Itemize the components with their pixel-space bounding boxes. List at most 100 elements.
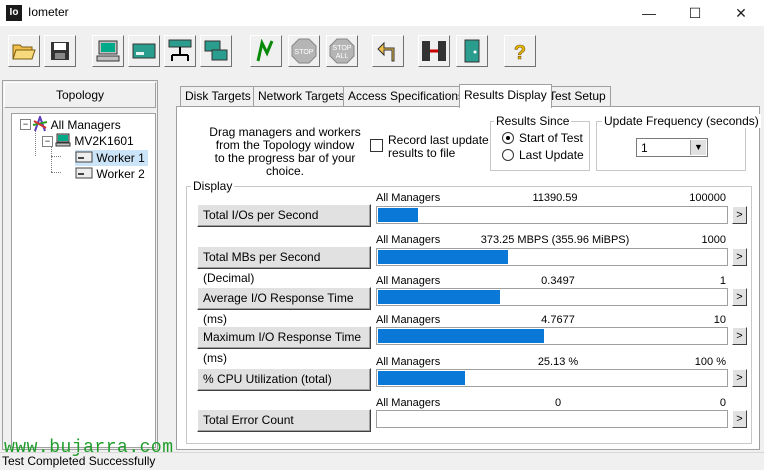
start-tests-button[interactable] (250, 35, 282, 67)
green-flag-icon (256, 39, 274, 62)
metric-bar-track[interactable] (376, 248, 728, 266)
status-bar: Test Completed Successfully (0, 452, 764, 470)
maximize-icon[interactable]: ☐ (672, 0, 718, 26)
reset-workers-button[interactable] (372, 35, 404, 67)
start-of-test-radio[interactable] (502, 132, 514, 144)
reset-arrow-icon (377, 41, 395, 62)
metric-total-mbs-button[interactable]: Total MBs per Second (Decimal) (197, 246, 371, 285)
exit-button[interactable] (456, 35, 488, 67)
metric-value: 373.25 MBPS (355.96 MiBPS) (480, 234, 630, 246)
all-managers-icon (32, 114, 48, 132)
tree-item-worker-2[interactable]: Worker 2 (75, 166, 145, 182)
disk-worker-icon (132, 43, 156, 59)
tree-item-worker-1[interactable]: Worker 1 (75, 150, 148, 166)
new-network-worker-button[interactable] (164, 35, 196, 67)
metric-bar-track[interactable] (376, 410, 728, 428)
metric-bar-track[interactable] (376, 327, 728, 345)
results-since-group (490, 121, 590, 171)
tab-disk-targets[interactable]: Disk Targets (180, 86, 256, 106)
svg-text:STOP: STOP (333, 45, 352, 52)
tree-item-label: All Managers (50, 118, 121, 132)
metric-value: 11390.59 (532, 192, 578, 204)
metric-max: 1000 (701, 234, 726, 246)
metric-source: All Managers (376, 314, 441, 326)
metric-bar-track[interactable] (376, 206, 728, 224)
minimize-icon[interactable]: — (626, 0, 672, 26)
svg-text:STOP: STOP (295, 49, 314, 56)
tree-item-label: Worker 2 (96, 167, 145, 181)
metric-bar-track[interactable] (376, 288, 728, 306)
duplicate-worker-button[interactable] (200, 35, 232, 67)
expand-all-managers-icon[interactable]: − (20, 119, 31, 130)
drag-instructions: Drag managers and workers from the Topol… (196, 126, 374, 178)
new-manager-button[interactable] (92, 35, 124, 67)
metric-bar-fill (378, 329, 544, 343)
new-disk-worker-button[interactable] (128, 35, 160, 67)
metric-avg-response-button[interactable]: Average I/O Response Time (ms) (197, 287, 371, 326)
metric-max: 1 (719, 275, 726, 287)
tab-access-specifications[interactable]: Access Specifications (343, 86, 470, 106)
open-config-button[interactable] (8, 35, 40, 67)
last-update-label: Last Update (519, 148, 584, 162)
tab-test-setup[interactable]: Test Setup (544, 86, 611, 106)
toolbar: STOP STOP ALL ? (0, 27, 764, 75)
window-title: Iometer (28, 5, 69, 19)
metric-source: All Managers (376, 234, 441, 246)
metric-source: All Managers (376, 192, 441, 204)
tree-item-label: MV2K1601 (74, 134, 134, 148)
metric-next-arrow[interactable]: > (732, 327, 747, 345)
status-text: Test Completed Successfully (2, 454, 156, 468)
topology-header: Topology (4, 82, 156, 108)
stop-all-button[interactable]: STOP ALL (326, 35, 358, 67)
start-of-test-label: Start of Test (519, 131, 583, 145)
display-title: Display (191, 179, 235, 193)
exit-door-icon (464, 39, 480, 63)
metric-bar-fill (378, 208, 418, 222)
metric-next-arrow[interactable]: > (732, 410, 747, 428)
metric-cpu-utilization-button[interactable]: % CPU Utilization (total) (197, 368, 371, 391)
metric-max: 10 (713, 314, 726, 326)
metric-next-arrow[interactable]: > (732, 248, 747, 266)
tree-item-label: Worker 1 (96, 151, 145, 165)
last-update-radio[interactable] (502, 149, 514, 161)
svg-text:ALL: ALL (336, 53, 349, 60)
floppy-save-icon (51, 42, 69, 60)
worker-disk-icon (75, 151, 93, 163)
disconnect-manager-button[interactable] (418, 35, 450, 67)
metric-error-count-button[interactable]: Total Error Count (197, 409, 371, 432)
topology-tree[interactable]: − All Managers − MV2K1601 Worker 1 Worke… (11, 113, 156, 448)
close-icon[interactable]: ✕ (718, 0, 764, 26)
stop-all-sign-icon: STOPALL (329, 38, 355, 64)
record-results-checkbox[interactable] (370, 139, 383, 152)
tree-item-manager[interactable]: MV2K1601 (55, 133, 134, 149)
metric-next-arrow[interactable]: > (732, 288, 747, 306)
metric-max-response-button[interactable]: Maximum I/O Response Time (ms) (197, 326, 371, 365)
dropdown-arrow-icon[interactable]: ▼ (690, 140, 706, 155)
metric-bar-fill (378, 250, 508, 264)
save-config-button[interactable] (44, 35, 76, 67)
metric-max: 0 (719, 397, 726, 409)
drag-instructions-line: to the progress bar of your choice. (214, 151, 356, 178)
metric-total-ios-button[interactable]: Total I/Os per Second (197, 204, 371, 227)
metric-bar-track[interactable] (376, 369, 728, 387)
metric-source: All Managers (376, 356, 441, 368)
tree-item-all-managers[interactable]: All Managers (32, 114, 121, 132)
tab-network-targets[interactable]: Network Targets (253, 86, 350, 106)
update-frequency-select[interactable]: 1 ▼ (636, 138, 708, 157)
metric-source: All Managers (376, 397, 441, 409)
metric-value: 0.3497 (541, 275, 575, 287)
manager-computer-icon (55, 133, 71, 147)
tab-results-display[interactable]: Results Display (459, 84, 552, 108)
record-label-line: results to file (388, 146, 456, 160)
about-button[interactable]: ? (504, 35, 536, 67)
expand-manager-icon[interactable]: − (42, 136, 53, 147)
open-folder-icon (12, 44, 36, 60)
stop-button[interactable]: STOP (288, 35, 320, 67)
results-since-title: Results Since (494, 114, 572, 128)
duplicate-icon (204, 40, 228, 61)
metric-next-arrow[interactable]: > (732, 206, 747, 224)
iometer-app-icon: Io (6, 5, 22, 21)
topology-pane: Topology − All Managers − MV2K1601 Worke… (2, 80, 158, 450)
worker-disk-icon (75, 167, 93, 179)
metric-next-arrow[interactable]: > (732, 369, 747, 387)
